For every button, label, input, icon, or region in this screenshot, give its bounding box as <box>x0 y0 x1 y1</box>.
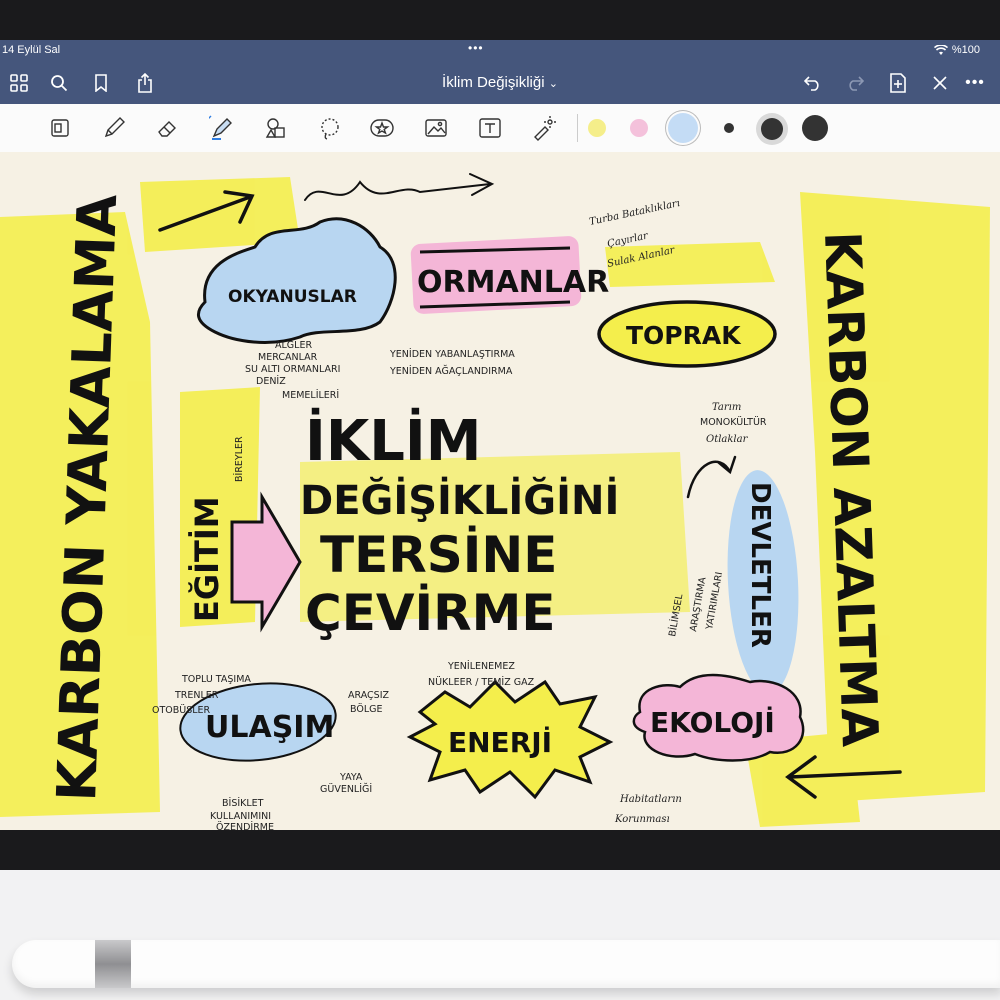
bisiklet-3: ÖZENDİRME <box>216 822 274 830</box>
ulasim-sub-2: TRENLER <box>174 690 219 701</box>
close-icon[interactable] <box>925 68 955 98</box>
status-date: 14 Eylül Sal <box>2 44 61 56</box>
toolbar-divider <box>577 114 578 142</box>
okyanuslar-sub-5: MEMELİLERİ <box>282 390 339 401</box>
thickness-medium-selected[interactable] <box>756 113 788 145</box>
laser-icon[interactable] <box>530 114 558 142</box>
sticker-icon[interactable] <box>368 114 396 142</box>
arrow-top <box>304 173 495 201</box>
tarim-2: MONOKÜLTÜR <box>700 417 767 428</box>
main-title-1: İKLİM <box>305 409 481 474</box>
chevron-down-icon: ⌄ <box>548 78 558 90</box>
enerji-sub-2: NÜKLEER / TEMİZ GAZ <box>428 677 535 688</box>
more-icon[interactable]: ••• <box>960 68 990 98</box>
main-title-3: TERSİNE <box>320 526 557 584</box>
note-canvas[interactable]: KARBON YAKALAMA KARBON AZALTMA OKYANUSLA… <box>0 152 1000 830</box>
bireyler-label: BİREYLER <box>234 436 245 482</box>
okyanuslar-sub-4: DENİZ <box>256 376 286 387</box>
ipad-screen: 14 Eylül Sal ••• %100 İklim Değişikliği … <box>0 40 1000 830</box>
habitat-1: Habitatların <box>619 794 682 805</box>
ulasim-sub-1: TOPLU TAŞIMA <box>181 674 251 685</box>
battery-percent: %100 <box>951 44 980 56</box>
okyanuslar-sub-3: SU ALTI ORMANLARI <box>245 364 340 375</box>
ormanlar-sub-2: YENİDEN AĞAÇLANDIRMA <box>389 365 513 377</box>
text-icon[interactable] <box>476 114 504 142</box>
nav-bar: İklim Değişikliği ⌄ ••• <box>0 62 1000 104</box>
ulasim-label: ULAŞIM <box>205 710 334 745</box>
arrow-center-right <box>686 455 737 499</box>
thickness-large[interactable] <box>802 115 828 141</box>
enerji-sub-1: YENİLENEMEZ <box>447 661 515 672</box>
ekoloji-label: EKOLOJİ <box>650 705 775 739</box>
image-icon[interactable] <box>422 114 450 142</box>
toprak-label: TOPRAK <box>626 321 742 350</box>
status-bar: 14 Eylül Sal ••• %100 <box>0 40 1000 62</box>
thickness-small[interactable] <box>724 123 734 133</box>
tarim-1: Tarım <box>712 402 741 413</box>
yaya-2: GÜVENLİĞİ <box>320 783 372 795</box>
okyanuslar-sub-2: MERCANLAR <box>258 352 318 363</box>
main-title-2: DEĞİŞİKLİĞİNİ <box>300 476 619 524</box>
tool-bar <box>0 104 1000 153</box>
enerji-label: ENERJİ <box>448 725 552 759</box>
swatch-yellow[interactable] <box>588 119 606 137</box>
eraser-icon[interactable] <box>154 114 182 142</box>
add-page-icon[interactable] <box>883 68 913 98</box>
page-icon[interactable] <box>46 114 74 142</box>
main-title-4: ÇEVİRME <box>305 584 556 642</box>
tarim-3: Otlaklar <box>706 434 749 445</box>
ormanlar-label: ORMANLAR <box>417 265 609 300</box>
yaya-1: YAYA <box>339 772 363 783</box>
apple-pencil <box>12 940 1000 988</box>
swatch-pink[interactable] <box>630 119 648 137</box>
turba-1: Turba Bataklıkları <box>588 198 681 228</box>
ormanlar-sub-1: YENİDEN YABANLAŞTIRMA <box>389 349 515 360</box>
lasso-icon[interactable] <box>316 114 344 142</box>
undo-icon[interactable] <box>798 68 828 98</box>
battery-indicator: %100 <box>933 44 980 56</box>
bisiklet-2: KULLANIMINI <box>210 811 271 822</box>
ulasim-sub-3: OTOBÜSLER <box>152 705 211 716</box>
bisiklet-1: BİSİKLET <box>222 798 264 809</box>
aracsiz-2: BÖLGE <box>350 704 383 715</box>
aracsiz-1: ARAÇSIZ <box>348 690 390 701</box>
highlighter-icon[interactable] <box>208 114 236 142</box>
multitasking-dots[interactable]: ••• <box>468 41 484 55</box>
egitim-label: EĞİTİM <box>187 496 226 622</box>
devletler-label: DEVLETLER <box>745 482 775 648</box>
redo-icon[interactable] <box>840 68 870 98</box>
shapes-icon[interactable] <box>262 114 290 142</box>
pencil-band <box>95 940 131 988</box>
wifi-icon <box>933 44 948 55</box>
okyanuslar-label: OKYANUSLAR <box>228 287 357 307</box>
habitat-2: Korunması <box>614 814 670 825</box>
swatch-blue-selected[interactable] <box>668 113 698 143</box>
okyanuslar-sub-1: ALGLER <box>275 340 312 351</box>
pen-icon[interactable] <box>100 114 128 142</box>
